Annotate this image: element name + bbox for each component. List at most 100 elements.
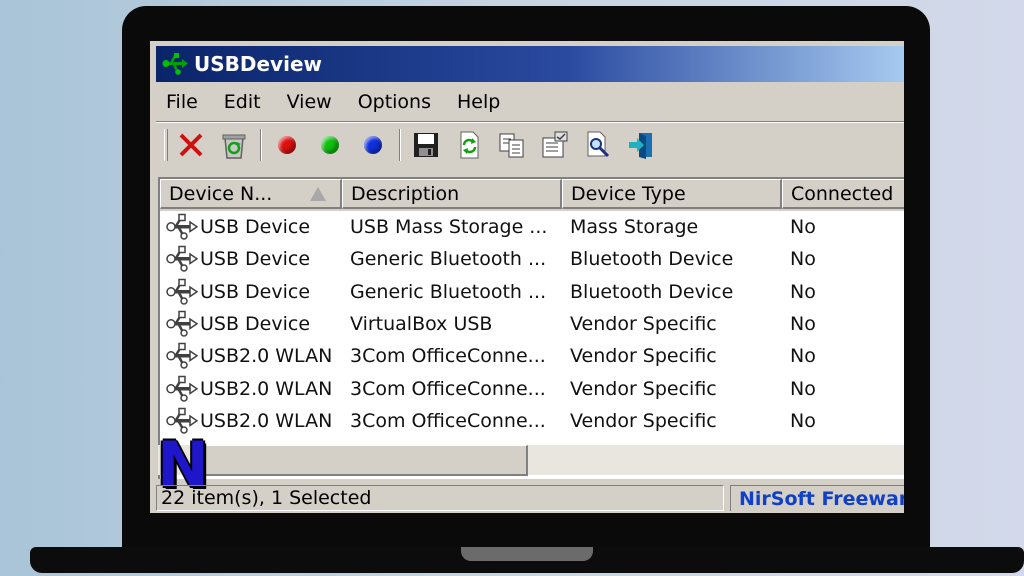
cell-description: 3Com OfficeConne... bbox=[350, 409, 546, 432]
column-header-label: Description bbox=[351, 182, 460, 205]
cell-device-type: Bluetooth Device bbox=[570, 280, 734, 303]
uninstall-icon bbox=[222, 134, 246, 159]
title-bar[interactable]: USBDeview bbox=[156, 46, 904, 82]
green-dot-icon bbox=[321, 136, 339, 154]
cell-description: 3Com OfficeConne... bbox=[350, 345, 546, 368]
cell-description: Generic Bluetooth ... bbox=[350, 280, 547, 303]
exit-icon bbox=[629, 133, 652, 159]
toolbar-separator bbox=[399, 129, 401, 161]
properties-icon bbox=[542, 131, 568, 158]
menu-divider bbox=[156, 121, 904, 123]
status-bar: 22 item(s), 1 Selected NirSoft Freewar bbox=[156, 483, 904, 513]
device-name-text: USB Device bbox=[200, 280, 311, 303]
blue-indicator-button[interactable] bbox=[356, 128, 390, 162]
find-icon bbox=[587, 131, 610, 158]
refresh-button[interactable] bbox=[452, 128, 486, 162]
cell-device-name: USB2.0 WLAN bbox=[160, 342, 342, 370]
cell-connected: No bbox=[790, 248, 816, 271]
cell-device-name: USB Device bbox=[160, 245, 342, 273]
column-header-row: Device N... Description Device Type Conn… bbox=[160, 179, 904, 211]
cell-connected: No bbox=[790, 377, 816, 400]
save-icon bbox=[414, 133, 438, 157]
window-title: USBDeview bbox=[194, 52, 322, 76]
uninstall-button[interactable] bbox=[217, 128, 251, 162]
menu-view[interactable]: View bbox=[287, 91, 332, 113]
red-dot-icon bbox=[278, 136, 296, 154]
table-row[interactable]: USB Device USB Mass Storage ... Mass Sto… bbox=[160, 211, 904, 243]
cell-description: USB Mass Storage ... bbox=[350, 216, 548, 239]
sort-ascending-icon bbox=[310, 187, 326, 201]
cell-device-type: Vendor Specific bbox=[570, 377, 717, 400]
cell-device-type: Mass Storage bbox=[570, 216, 699, 239]
column-header-device-name[interactable]: Device N... bbox=[160, 179, 342, 209]
device-name-text: USB Device bbox=[200, 248, 311, 271]
cell-device-type: Bluetooth Device bbox=[570, 248, 734, 271]
nirsoft-link[interactable]: NirSoft Freewar bbox=[730, 485, 904, 511]
cell-description: 3Com OfficeConne... bbox=[350, 377, 546, 400]
cell-connected: No bbox=[790, 345, 816, 368]
copy-icon bbox=[499, 133, 524, 158]
cell-device-name: USB2.0 WLAN bbox=[160, 375, 342, 403]
green-indicator-button[interactable] bbox=[313, 128, 347, 162]
refresh-icon bbox=[460, 131, 479, 159]
cell-connected: No bbox=[790, 280, 816, 303]
column-header-label: Device N... bbox=[169, 182, 273, 205]
cell-description: VirtualBox USB bbox=[350, 313, 493, 336]
table-row[interactable]: USB2.0 WLAN 3Com OfficeConne... Vendor S… bbox=[160, 405, 904, 437]
cell-device-name: USB Device bbox=[160, 213, 342, 241]
laptop-notch bbox=[461, 547, 593, 561]
device-rows: USB Device USB Mass Storage ... Mass Sto… bbox=[160, 211, 904, 437]
column-header-description[interactable]: Description bbox=[342, 179, 562, 209]
toolbar-separator bbox=[260, 129, 262, 161]
cell-connected: No bbox=[790, 409, 816, 432]
save-button[interactable] bbox=[409, 128, 443, 162]
properties-button[interactable] bbox=[538, 128, 572, 162]
usb-icon bbox=[166, 343, 198, 370]
table-row[interactable]: USB2.0 WLAN 3Com OfficeConne... Vendor S… bbox=[160, 340, 904, 372]
device-name-text: USB Device bbox=[200, 313, 311, 336]
exit-button[interactable] bbox=[624, 128, 658, 162]
red-indicator-button[interactable] bbox=[270, 128, 304, 162]
usb-app-icon bbox=[162, 53, 188, 75]
device-name-text: USB Device bbox=[200, 216, 311, 239]
usb-icon bbox=[166, 246, 198, 273]
cell-device-type: Vendor Specific bbox=[570, 409, 717, 432]
copy-button[interactable] bbox=[495, 128, 529, 162]
toolbar-grip bbox=[164, 129, 168, 161]
table-row[interactable]: USB Device Generic Bluetooth ... Bluetoo… bbox=[160, 243, 904, 275]
cell-description: Generic Bluetooth ... bbox=[350, 248, 547, 271]
cell-device-type: Vendor Specific bbox=[570, 345, 717, 368]
device-name-text: USB2.0 WLAN bbox=[200, 345, 333, 368]
cell-device-type: Vendor Specific bbox=[570, 313, 717, 336]
disconnect-button[interactable] bbox=[174, 128, 208, 162]
menu-bar: File Edit View Options Help bbox=[156, 85, 904, 119]
device-name-text: USB2.0 WLAN bbox=[200, 377, 333, 400]
menu-help[interactable]: Help bbox=[457, 91, 500, 113]
device-name-text: USB2.0 WLAN bbox=[200, 409, 333, 432]
table-row[interactable]: USB Device Generic Bluetooth ... Bluetoo… bbox=[160, 276, 904, 308]
menu-edit[interactable]: Edit bbox=[224, 91, 261, 113]
cell-connected: No bbox=[790, 313, 816, 336]
blue-dot-icon bbox=[364, 136, 382, 154]
cell-device-name: USB Device bbox=[160, 310, 342, 338]
scrollbar-thumb[interactable] bbox=[203, 445, 528, 476]
column-header-label: Connected bbox=[791, 182, 894, 205]
menu-file[interactable]: File bbox=[166, 91, 198, 113]
column-header-connected[interactable]: Connected bbox=[782, 179, 904, 209]
cell-device-name: USB Device bbox=[160, 278, 342, 306]
menu-options[interactable]: Options bbox=[358, 91, 431, 113]
usb-icon bbox=[166, 375, 198, 402]
usb-icon bbox=[166, 278, 198, 305]
app-window: USBDeview File Edit View Options Help De… bbox=[150, 41, 904, 513]
device-list[interactable]: Device N... Description Device Type Conn… bbox=[158, 177, 904, 479]
status-item-count: 22 item(s), 1 Selected bbox=[156, 485, 724, 511]
cell-connected: No bbox=[790, 216, 816, 239]
column-header-label: Device Type bbox=[571, 182, 686, 205]
usb-icon bbox=[166, 213, 198, 240]
disconnect-icon bbox=[179, 133, 203, 157]
column-header-device-type[interactable]: Device Type bbox=[562, 179, 782, 209]
table-row[interactable]: USB2.0 WLAN 3Com OfficeConne... Vendor S… bbox=[160, 372, 904, 404]
horizontal-scrollbar[interactable] bbox=[158, 445, 904, 476]
find-button[interactable] bbox=[581, 128, 615, 162]
table-row[interactable]: USB Device VirtualBox USB Vendor Specifi… bbox=[160, 308, 904, 340]
